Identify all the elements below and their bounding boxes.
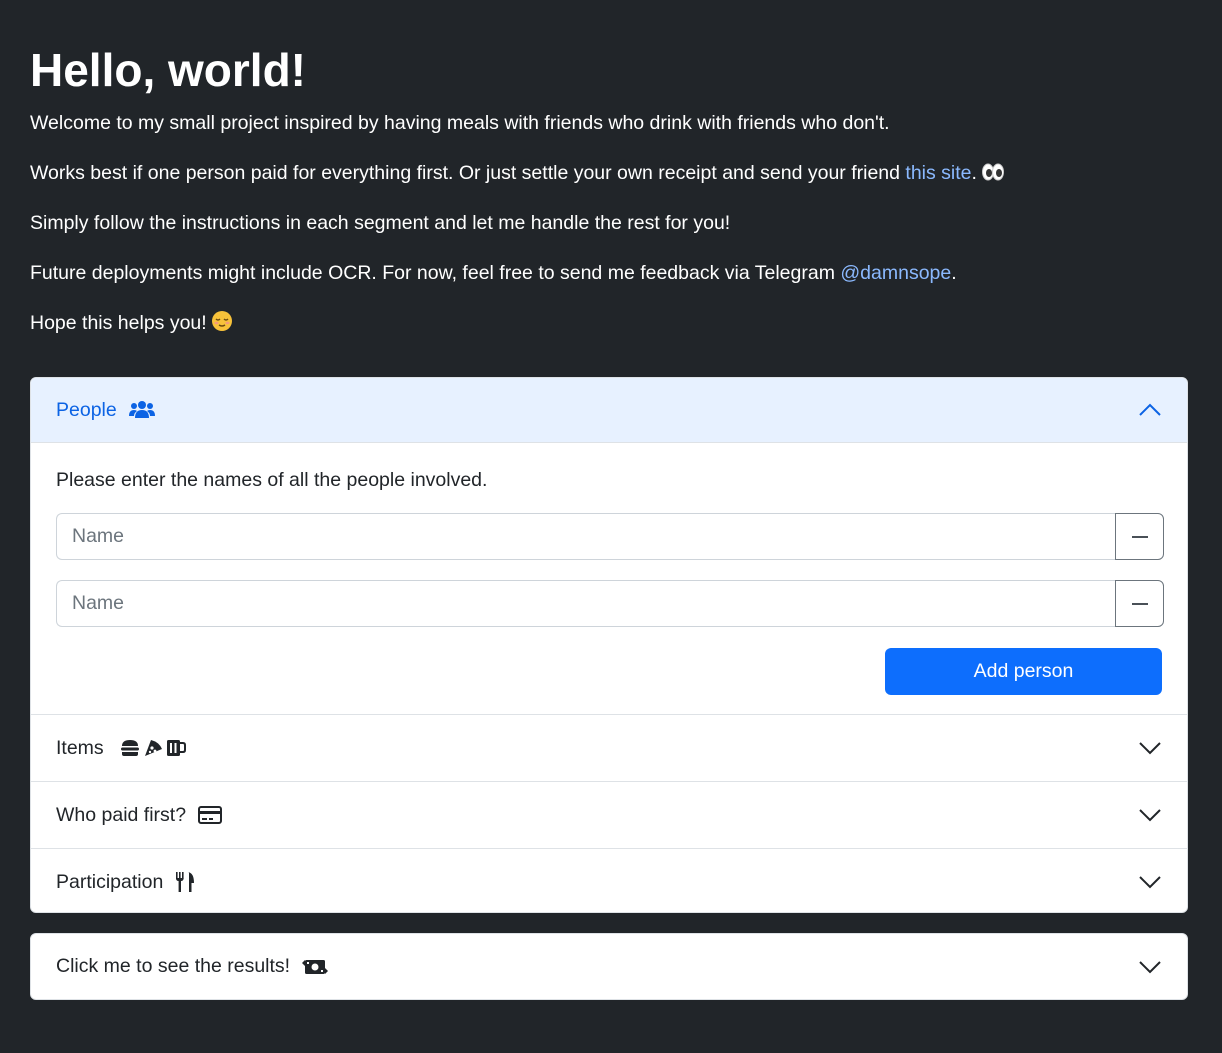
intro-line-2: Works best if one person paid for everyt… [30, 160, 1005, 189]
participation-accordion-header[interactable]: Participation [31, 849, 1187, 912]
page-title: Hello, world! [30, 44, 306, 96]
results-title: Click me to see the results! [56, 955, 291, 977]
remove-person-button[interactable] [1115, 580, 1164, 627]
chevron-down-icon [1139, 809, 1161, 822]
intro-line-5-text: Hope this helps you! [30, 312, 207, 334]
participation-title: Participation [56, 870, 164, 893]
relieved-face-emoji-icon [211, 310, 233, 339]
chevron-down-icon [1139, 876, 1161, 889]
mug-icon [166, 740, 186, 756]
chevron-down-icon [1139, 742, 1161, 755]
intro-line-2-text: Works best if one person paid for everyt… [30, 162, 906, 184]
add-person-button[interactable]: Add person [885, 648, 1162, 695]
results-accordion: Click me to see the results! [30, 933, 1188, 1000]
remove-person-button[interactable] [1115, 513, 1164, 560]
intro-line-1: Welcome to my small project inspired by … [30, 112, 890, 134]
utensils-icon [175, 871, 195, 893]
people-instruction: Please enter the names of all the people… [56, 469, 488, 491]
person-name-input[interactable] [56, 513, 1115, 560]
people-accordion-body: Please enter the names of all the people… [31, 443, 1187, 714]
intro-line-3: Simply follow the instructions in each s… [30, 212, 731, 234]
credit-card-icon [198, 806, 223, 824]
who-paid-accordion-header[interactable]: Who paid first? [31, 782, 1187, 848]
person-input-group [56, 580, 1164, 627]
items-accordion-header[interactable]: Items [31, 715, 1187, 781]
items-title: Items [56, 736, 104, 759]
who-paid-title: Who paid first? [56, 803, 187, 826]
person-name-input[interactable] [56, 580, 1115, 627]
intro-line-5: Hope this helps you! [30, 310, 233, 339]
users-icon [128, 400, 155, 420]
intro-line-4-suffix: . [951, 262, 957, 284]
eyes-emoji-icon [981, 162, 1005, 189]
this-site-link[interactable]: this site [905, 162, 971, 184]
intro-line-4-text: Future deployments might include OCR. Fo… [30, 262, 841, 284]
chevron-up-icon [1139, 403, 1161, 416]
telegram-link[interactable]: @damnsope [840, 262, 951, 284]
pizza-icon [144, 740, 162, 756]
intro-line-4: Future deployments might include OCR. Fo… [30, 260, 957, 286]
minus-icon [1131, 602, 1148, 605]
minus-icon [1131, 535, 1148, 538]
results-accordion-header[interactable]: Click me to see the results! [31, 934, 1187, 999]
chevron-down-icon [1139, 960, 1161, 973]
main-accordion: People Please enter the names of all the… [30, 377, 1188, 913]
money-bill-icon [302, 957, 329, 977]
food-icons [120, 739, 186, 757]
burger-icon [120, 740, 139, 756]
people-title: People [56, 398, 117, 421]
people-accordion-header[interactable]: People [31, 378, 1187, 443]
person-input-group [56, 513, 1164, 560]
intro-line-2-suffix: . [971, 162, 977, 184]
